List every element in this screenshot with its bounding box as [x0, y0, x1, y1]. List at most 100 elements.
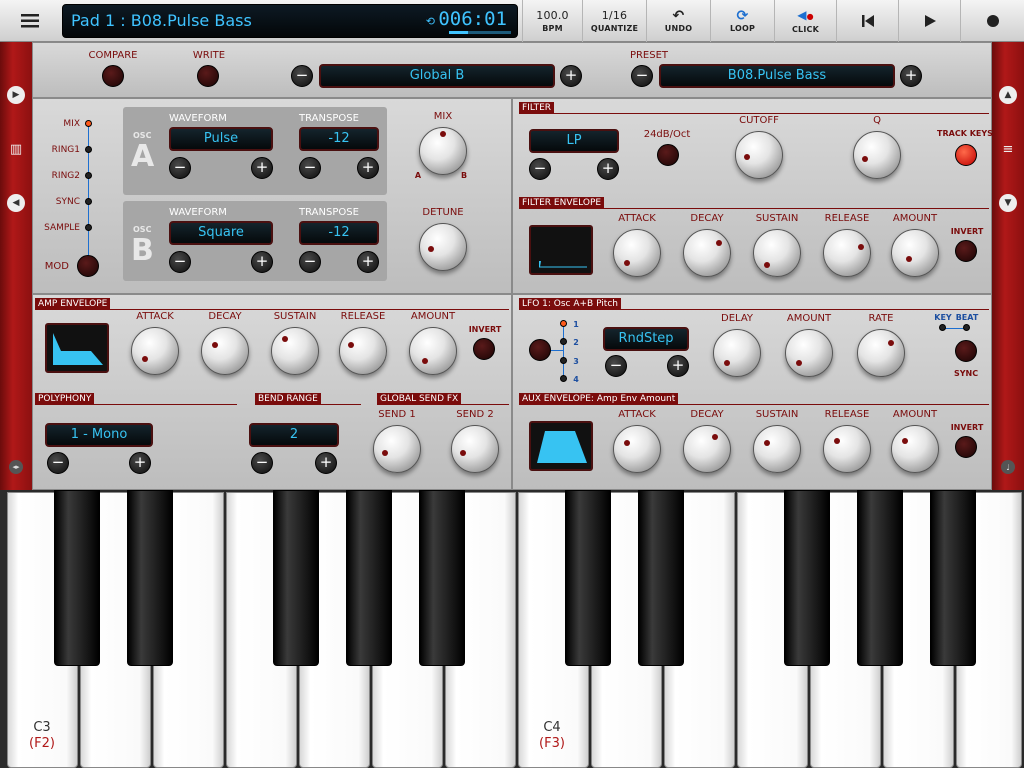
bank-display[interactable]: Global B [319, 64, 555, 88]
polyphony-display[interactable]: 1 - Mono [45, 423, 153, 447]
up-arrow-icon[interactable]: ▲ [999, 86, 1017, 104]
click-button[interactable]: ◀● CLICK [774, 0, 836, 42]
amp-invert-button[interactable] [473, 338, 495, 360]
play-button[interactable] [898, 0, 960, 42]
mod-button[interactable] [77, 255, 99, 277]
detune-knob[interactable] [419, 223, 467, 271]
down-arrow-icon[interactable]: ▼ [999, 194, 1017, 212]
black-key[interactable] [857, 490, 903, 666]
preset-display[interactable]: B08.Pulse Bass [659, 64, 895, 88]
aux-env-graph[interactable] [529, 421, 593, 471]
osc-b-waveform-display[interactable]: Square [169, 221, 273, 245]
record-button[interactable] [960, 0, 1024, 42]
aux-decay-knob[interactable] [683, 425, 731, 473]
osc-a-transpose-minus[interactable]: − [299, 157, 321, 179]
filter-type-minus[interactable]: − [529, 158, 551, 180]
song-display[interactable]: Pad 1 : B08.Pulse Bass ⟲ 006:01 [62, 4, 518, 38]
compare-button[interactable] [102, 65, 124, 87]
aux-attack-knob[interactable] [613, 425, 661, 473]
amp-decay-knob[interactable] [201, 327, 249, 375]
osc-b-waveform-plus[interactable]: + [251, 251, 273, 273]
black-key[interactable] [54, 490, 100, 666]
mod-source-sample[interactable]: SAMPLE [40, 223, 80, 233]
preset-prev-button[interactable]: − [631, 65, 653, 87]
cutoff-knob[interactable] [735, 131, 783, 179]
filter-type-display[interactable]: LP [529, 129, 619, 153]
loop-button[interactable]: ⟳ LOOP [710, 0, 774, 42]
osc-a-transpose-display[interactable]: -12 [299, 127, 379, 151]
filter-type-plus[interactable]: + [597, 158, 619, 180]
filter-env-amount-knob[interactable] [891, 229, 939, 277]
note-icon[interactable]: ♩ [1001, 460, 1015, 474]
osc-a-waveform-plus[interactable]: + [251, 157, 273, 179]
mod-source-sync[interactable]: SYNC [40, 197, 80, 207]
lfo-shape-display[interactable]: RndStep [603, 327, 689, 351]
polyphony-plus[interactable]: + [129, 452, 151, 474]
filter-env-attack-knob[interactable] [613, 229, 661, 277]
lfo-rate-knob[interactable] [857, 329, 905, 377]
track-keys-button[interactable] [955, 144, 977, 166]
filter-env-sustain-knob[interactable] [753, 229, 801, 277]
osc-b-transpose-minus[interactable]: − [299, 251, 321, 273]
keyboard-icon[interactable]: ▥ [6, 142, 26, 158]
black-key[interactable] [638, 490, 684, 666]
filter-env-invert-button[interactable] [955, 240, 977, 262]
black-key[interactable] [930, 490, 976, 666]
aux-sustain-knob[interactable] [753, 425, 801, 473]
lfo-beat-dot[interactable] [963, 324, 970, 331]
lfo-shape-plus[interactable]: + [667, 355, 689, 377]
lfo-shape-minus[interactable]: − [605, 355, 627, 377]
amp-attack-knob[interactable] [131, 327, 179, 375]
mix-knob[interactable] [419, 127, 467, 175]
bend-range-minus[interactable]: − [251, 452, 273, 474]
amp-env-graph[interactable] [45, 323, 109, 373]
lfo-slot-dot-1[interactable] [560, 320, 567, 327]
filter-env-graph[interactable] [529, 225, 593, 275]
undo-button[interactable]: ↶ UNDO [646, 0, 710, 42]
lfo-delay-knob[interactable] [713, 329, 761, 377]
osc-b-transpose-plus[interactable]: + [357, 251, 379, 273]
black-key[interactable] [273, 490, 319, 666]
lfo-key-dot[interactable] [939, 324, 946, 331]
send1-knob[interactable] [373, 425, 421, 473]
black-key[interactable] [419, 490, 465, 666]
osc-a-waveform-display[interactable]: Pulse [169, 127, 273, 151]
bend-range-plus[interactable]: + [315, 452, 337, 474]
mod-source-mix[interactable]: MIX [40, 119, 80, 129]
list-icon[interactable]: ≡ [998, 142, 1018, 158]
bank-prev-button[interactable]: − [291, 65, 313, 87]
bend-range-display[interactable]: 2 [249, 423, 339, 447]
filter-env-release-knob[interactable] [823, 229, 871, 277]
black-key[interactable] [127, 490, 173, 666]
amp-release-knob[interactable] [339, 327, 387, 375]
lfo-select-button[interactable] [529, 339, 551, 361]
next-arrow-icon[interactable]: ▶ [7, 86, 25, 104]
osc-a-transpose-plus[interactable]: + [357, 157, 379, 179]
quantize-button[interactable]: 1/16 QUANTIZE [582, 0, 646, 42]
aux-invert-button[interactable] [955, 436, 977, 458]
swap-icon[interactable]: ◂▸ [9, 460, 23, 474]
rewind-button[interactable] [836, 0, 898, 42]
amp-sustain-knob[interactable] [271, 327, 319, 375]
menu-button[interactable] [0, 0, 60, 42]
osc-b-transpose-display[interactable]: -12 [299, 221, 379, 245]
black-key[interactable] [784, 490, 830, 666]
lfo-slot-dot-3[interactable] [560, 357, 567, 364]
preset-next-button[interactable]: + [900, 65, 922, 87]
osc-b-waveform-minus[interactable]: − [169, 251, 191, 273]
bank-next-button[interactable]: + [560, 65, 582, 87]
prev-arrow-icon[interactable]: ◀ [7, 194, 25, 212]
polyphony-minus[interactable]: − [47, 452, 69, 474]
q-knob[interactable] [853, 131, 901, 179]
lfo-slot-dot-2[interactable] [560, 338, 567, 345]
black-key[interactable] [346, 490, 392, 666]
black-key[interactable] [565, 490, 611, 666]
filter-slope-button[interactable] [657, 144, 679, 166]
lfo-sync-button[interactable] [955, 340, 977, 362]
amp-amount-knob[interactable] [409, 327, 457, 375]
aux-release-knob[interactable] [823, 425, 871, 473]
aux-amount-knob[interactable] [891, 425, 939, 473]
mod-source-ring1[interactable]: RING1 [40, 145, 80, 155]
lfo-slot-dot-4[interactable] [560, 375, 567, 382]
osc-a-waveform-minus[interactable]: − [169, 157, 191, 179]
